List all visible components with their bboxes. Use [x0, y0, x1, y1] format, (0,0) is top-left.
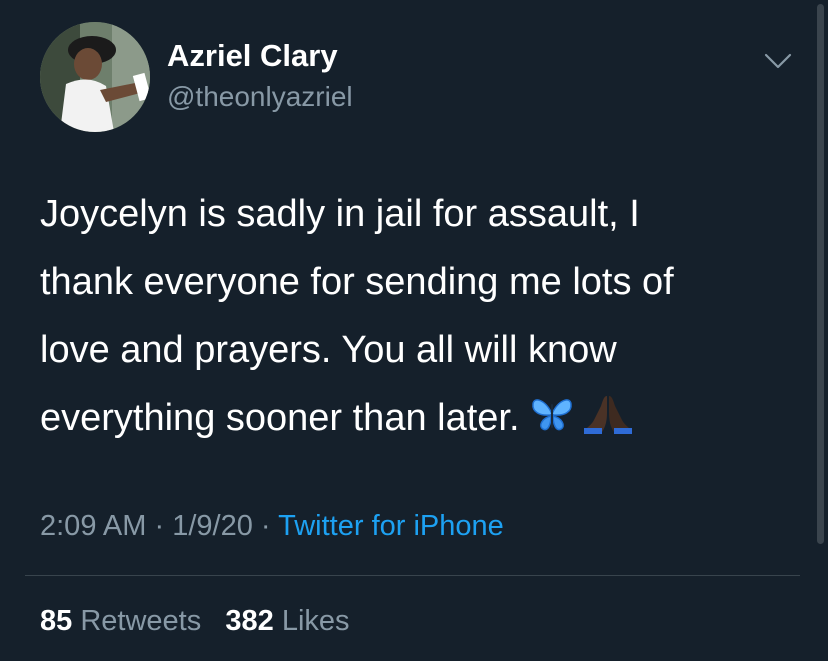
retweets-stat[interactable]: 85 Retweets — [40, 605, 201, 637]
retweets-count: 85 — [40, 605, 73, 637]
separator-dot: · — [154, 510, 165, 542]
tweet-source-link[interactable]: Twitter for iPhone — [278, 510, 504, 542]
profile-photo-icon — [40, 22, 150, 132]
divider — [25, 575, 800, 576]
tweet-text-line: Joycelyn is sadly in jail for assault, I — [40, 193, 640, 235]
tweet-text-line: love and prayers. You all will know — [40, 329, 617, 371]
username-handle[interactable]: @theonlyazriel — [167, 80, 353, 114]
likes-stat[interactable]: 382 Likes — [225, 605, 349, 637]
chevron-down-icon[interactable] — [762, 50, 794, 72]
likes-label: Likes — [281, 605, 350, 637]
scrollbar[interactable] — [817, 4, 824, 544]
tweet-metadata: 2:09 AM · 1/9/20 · Twitter for iPhone — [40, 508, 504, 544]
engagement-stats: 85 Retweets 382 Likes — [40, 603, 350, 639]
tweet-text-line: thank everyone for sending me lots of — [40, 261, 674, 303]
tweet-body: Joycelyn is sadly in jail for assault, I… — [40, 180, 780, 452]
tweet-card: Azriel Clary @theonlyazriel Joycelyn is … — [0, 0, 828, 661]
praying-hands-icon — [583, 388, 632, 456]
retweets-label: Retweets — [80, 605, 202, 637]
tweet-text-line: everything sooner than later. — [40, 397, 520, 439]
tweet-text-line-with-emoji: everything sooner than later. — [40, 384, 780, 452]
separator-dot: · — [260, 510, 271, 542]
avatar[interactable] — [40, 22, 150, 132]
butterfly-icon — [530, 388, 574, 456]
tweet-date: 1/9/20 — [172, 510, 253, 542]
likes-count: 382 — [225, 605, 274, 637]
tweet-time: 2:09 AM — [40, 510, 147, 542]
display-name[interactable]: Azriel Clary — [167, 38, 338, 74]
